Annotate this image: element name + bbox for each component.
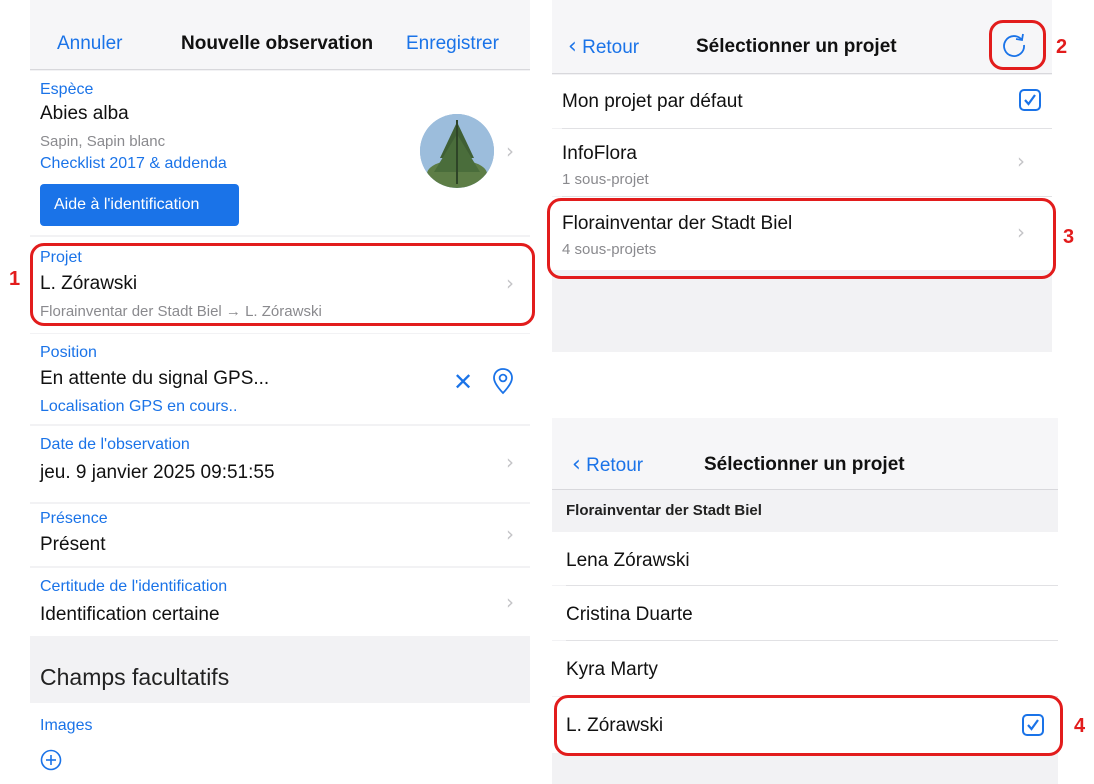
navigation-bar: ‹ Retour Sélectionner un projet [552, 0, 1052, 74]
species-label: Espèce [40, 81, 94, 98]
certainty-value: Identification certaine [40, 604, 220, 625]
chevron-right-icon: › [506, 450, 514, 474]
checkbox-checked-icon[interactable] [1019, 89, 1041, 111]
back-button[interactable]: ‹ Retour [568, 34, 639, 59]
identification-help-label: Aide à l'identification [54, 196, 200, 213]
chevron-right-icon: › [506, 522, 514, 546]
annotation-box-subproject [554, 695, 1063, 756]
annotation-box-refresh [989, 20, 1046, 70]
identification-help-button[interactable]: Aide à l'identification [40, 184, 239, 226]
add-image-icon[interactable] [40, 749, 62, 771]
project-item-title: InfoFlora [562, 143, 637, 164]
gps-status: Localisation GPS en cours.. [40, 398, 238, 415]
checklist-link[interactable]: Checklist 2017 & addenda [40, 155, 227, 173]
new-observation-screen: Annuler Nouvelle observation Enregistrer… [30, 0, 530, 784]
back-label: Retour [582, 37, 640, 58]
chevron-right-icon: › [506, 590, 514, 614]
annotation-number: 1 [9, 268, 21, 290]
optional-fields-header: Champs facultatifs [40, 664, 230, 690]
subproject-title: Kyra Marty [566, 659, 658, 680]
fir-tree-icon [420, 114, 494, 188]
annotation-box-project [30, 243, 535, 326]
species-common-name: Sapin, Sapin blanc [40, 133, 166, 150]
annotation-number: 4 [1074, 715, 1086, 737]
project-item-subtitle: 1 sous-projet [562, 171, 649, 188]
subproject-title: Lena Zórawski [566, 550, 690, 571]
species-name: Abies alba [40, 103, 129, 124]
page-title: Sélectionner un projet [696, 36, 897, 57]
navigation-bar: ‹ Retour Sélectionner un projet [552, 418, 1058, 490]
presence-value: Présent [40, 534, 106, 555]
clear-position-icon[interactable]: ✕ [453, 368, 473, 396]
chevron-left-icon: ‹ [572, 452, 581, 477]
certainty-label: Certitude de l'identification [40, 578, 228, 595]
cancel-button[interactable]: Annuler [57, 33, 123, 55]
position-label: Position [40, 344, 97, 361]
chevron-right-icon: › [506, 139, 514, 163]
annotation-number: 2 [1056, 36, 1068, 58]
project-item-title: Mon projet par défaut [562, 91, 743, 112]
back-label: Retour [586, 455, 644, 476]
images-label: Images [40, 717, 93, 734]
species-photo[interactable] [420, 114, 494, 188]
page-title: Sélectionner un projet [704, 454, 905, 475]
list-item[interactable]: Lena Zórawski [552, 532, 1058, 585]
presence-label: Présence [40, 510, 108, 527]
subproject-title: Cristina Duarte [566, 604, 693, 625]
save-button[interactable]: Enregistrer [406, 33, 499, 55]
date-row[interactable]: Date de l'observation jeu. 9 janvier 202… [30, 426, 530, 502]
chevron-left-icon: ‹ [568, 34, 577, 59]
page-title: Nouvelle observation [181, 33, 374, 54]
position-row[interactable]: Position En attente du signal GPS... Loc… [30, 334, 530, 424]
section-header: Florainventar der Stadt Biel [552, 491, 1058, 531]
position-value: En attente du signal GPS... [40, 368, 270, 389]
select-project-screen: ‹ Retour Sélectionner un projet Mon proj… [552, 0, 1052, 352]
location-pin-icon[interactable] [492, 367, 514, 395]
annotation-box-project-item [547, 198, 1056, 279]
presence-row[interactable]: Présence Présent › [30, 504, 530, 566]
section-title: Florainventar der Stadt Biel [566, 502, 762, 519]
list-item[interactable]: Mon projet par défaut [552, 75, 1052, 128]
chevron-right-icon: › [1017, 149, 1025, 173]
list-item[interactable]: InfoFlora 1 sous-projet › [552, 129, 1052, 196]
date-value: jeu. 9 janvier 2025 09:51:55 [40, 462, 275, 483]
navigation-bar: Annuler Nouvelle observation Enregistrer [30, 0, 530, 70]
list-item[interactable]: Cristina Duarte [552, 586, 1058, 640]
certainty-row[interactable]: Certitude de l'identification Identifica… [30, 568, 530, 636]
back-button[interactable]: ‹ Retour [572, 452, 643, 477]
images-row: Images [30, 703, 530, 784]
list-item[interactable]: Kyra Marty [552, 641, 1058, 696]
species-row[interactable]: Espèce Abies alba Sapin, Sapin blanc Che… [30, 71, 530, 235]
date-label: Date de l'observation [40, 436, 190, 453]
annotation-number: 3 [1063, 226, 1075, 248]
